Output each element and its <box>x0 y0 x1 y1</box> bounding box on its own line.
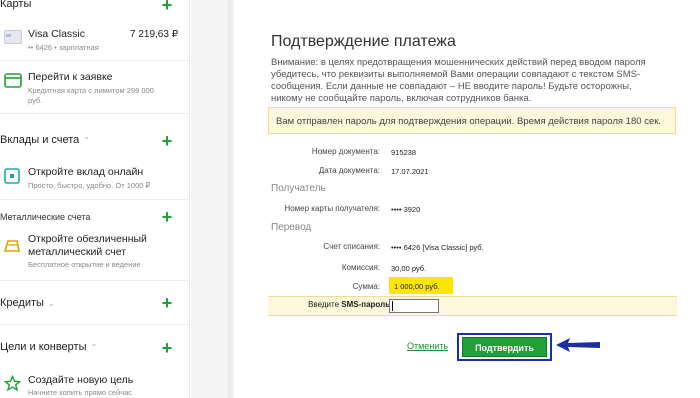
metal-item-title-1[interactable]: Откройте обезличенный <box>28 233 147 246</box>
open-deposit-title[interactable]: Откройте вклад онлайн <box>28 166 143 179</box>
open-deposit-sub: Просто, быстро, удобно. От 1000 ₽ <box>28 181 151 190</box>
add-deposit-plus-icon[interactable]: + <box>160 132 174 150</box>
section-credits-header[interactable]: Кредиты ⌄ <box>0 297 55 309</box>
section-metal-title: Металлические счета <box>0 212 91 222</box>
sms-password-input[interactable] <box>389 299 439 313</box>
doc-number-value: 915238 <box>391 148 417 157</box>
recipient-card-value: •••• 3920 <box>391 205 421 214</box>
fee-label: Комиссия: <box>341 263 380 272</box>
chevron-up-icon: ⌃ <box>83 135 90 145</box>
divider <box>0 113 190 114</box>
chevron-down-icon: ⌄ <box>47 298 55 308</box>
apply-sub-2: руб. <box>28 96 43 105</box>
create-goal-sub: Начните копить прямо сейчас <box>28 388 133 397</box>
card-balance: 7 219,63 ₽ <box>130 29 179 40</box>
divider <box>0 324 190 325</box>
metal-account-icon <box>3 237 20 258</box>
transfer-section: Перевод <box>271 222 312 233</box>
section-goals-header[interactable]: Цели и конверты ⌃ <box>0 341 97 353</box>
sidebar: Карты + Visa Classic 7 219,63 ₽ •• 6426 … <box>0 0 190 398</box>
section-metal-header[interactable]: Металлические счета <box>0 212 90 222</box>
add-metal-plus-icon[interactable]: + <box>160 208 174 226</box>
panel-gap <box>191 0 233 398</box>
sum-value: 1 000,00 руб. <box>394 282 440 291</box>
arrow-left-icon <box>554 336 602 359</box>
apply-title[interactable]: Перейти к заявке <box>28 71 113 84</box>
application-icon <box>4 73 22 94</box>
section-credits-title: Кредиты <box>0 297 44 309</box>
create-goal-title[interactable]: Создайте новую цель <box>28 374 133 387</box>
section-deposits-title: Вклады и счета <box>0 134 80 146</box>
section-cards-header[interactable]: Карты <box>0 0 31 10</box>
recipient-section: Получатель <box>271 183 326 194</box>
star-icon <box>3 374 22 397</box>
card-icon <box>4 30 22 49</box>
recipient-card-label: Номер карты получателя: <box>284 204 380 213</box>
divider <box>0 60 190 61</box>
card-sub: •• 6426 • зарплатная <box>28 43 99 52</box>
confirm-button[interactable]: Подтвердить <box>462 337 547 357</box>
password-sent-notice: Вам отправлен пароль для подтверждения о… <box>268 107 676 134</box>
add-card-plus-icon[interactable]: + <box>160 0 174 14</box>
divider <box>0 280 190 281</box>
account-value: •••• 6426 [Visa Classic] руб. <box>391 243 484 252</box>
metal-item-sub: Бесплатное открытие и ведение <box>28 260 141 269</box>
add-credit-plus-icon[interactable]: + <box>160 294 174 312</box>
page-title: Подтверждение платежа <box>271 33 456 50</box>
divider <box>0 199 190 200</box>
fee-value: 30,00 руб. <box>391 264 427 273</box>
doc-date-value: 17.07.2021 <box>391 167 429 176</box>
section-deposits-header[interactable]: Вклады и счета ⌃ <box>0 134 90 146</box>
security-warning: Внимание: в целях предотвращения мошенни… <box>271 57 646 104</box>
sms-password-label: Введите SMS-пароль : <box>308 300 395 309</box>
chevron-up-icon: ⌃ <box>90 342 98 352</box>
sms-label-prefix: Введите <box>308 300 342 309</box>
card-name[interactable]: Visa Classic <box>28 28 85 41</box>
account-label: Счет списания: <box>323 242 380 251</box>
metal-item-title-2[interactable]: металлический счет <box>28 246 126 259</box>
payment-confirmation-panel: Подтверждение платежа Внимание: в целях … <box>234 0 700 398</box>
section-cards-title: Карты <box>0 0 32 10</box>
sum-label: Сумма: <box>352 282 380 291</box>
doc-number-label: Номер документа: <box>311 147 380 156</box>
doc-date-label: Дата документа: <box>318 166 380 175</box>
cancel-link[interactable]: Отменить <box>407 341 448 351</box>
add-goal-plus-icon[interactable]: + <box>160 339 174 357</box>
sms-label-bold: SMS-пароль : <box>341 300 395 309</box>
deposit-icon <box>4 168 20 189</box>
text-cursor <box>392 301 393 311</box>
apply-sub-1: Кредитная карта с лимитом 299 000 <box>28 86 154 95</box>
section-goals-title: Цели и конверты <box>0 341 87 353</box>
